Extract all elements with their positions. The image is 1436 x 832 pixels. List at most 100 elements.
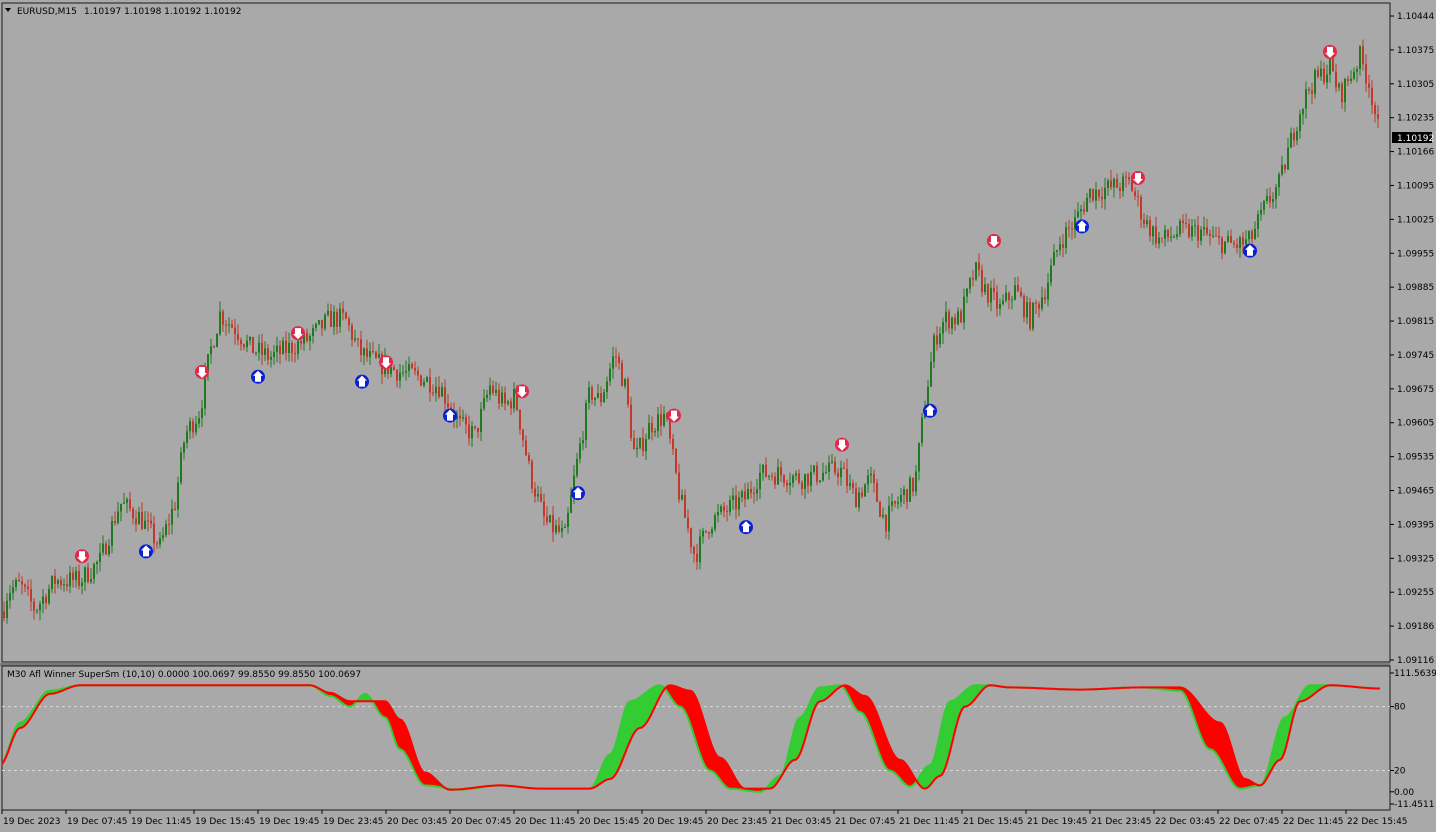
candle-body bbox=[1263, 201, 1265, 210]
candle-body bbox=[369, 351, 371, 358]
candle-body bbox=[975, 262, 977, 280]
candle-body bbox=[1125, 176, 1127, 178]
candle-body bbox=[258, 342, 260, 353]
candle-body bbox=[159, 538, 161, 545]
candle-body bbox=[684, 494, 686, 518]
candle-body bbox=[1107, 180, 1109, 188]
candle-body bbox=[219, 311, 221, 334]
candle-body bbox=[528, 455, 530, 462]
candle-body bbox=[1098, 189, 1100, 197]
candle-body bbox=[114, 520, 116, 524]
candle-body bbox=[129, 499, 131, 509]
candle-body bbox=[1080, 209, 1082, 212]
candle-body bbox=[198, 418, 200, 424]
candle-body bbox=[348, 318, 350, 326]
candle-body bbox=[780, 467, 782, 476]
candle-body bbox=[153, 523, 155, 544]
candle-body bbox=[6, 600, 8, 619]
candle-body bbox=[744, 491, 746, 500]
candle-body bbox=[1260, 209, 1262, 215]
candle-body bbox=[330, 310, 332, 327]
candle-body bbox=[969, 278, 971, 289]
candle-body bbox=[705, 530, 707, 533]
price-tick-label: 1.09745 bbox=[1397, 351, 1434, 361]
candle-body bbox=[264, 348, 266, 355]
candle-body bbox=[96, 561, 98, 565]
candle-body bbox=[183, 442, 185, 453]
candle-body bbox=[1323, 68, 1325, 83]
candle-body bbox=[702, 530, 704, 537]
candle-body bbox=[414, 368, 416, 371]
candle-body bbox=[1326, 74, 1328, 83]
candle-body bbox=[522, 429, 524, 441]
candle-body bbox=[636, 447, 638, 450]
candle-body bbox=[897, 501, 899, 504]
candle-body bbox=[1344, 78, 1346, 103]
candle-body bbox=[42, 596, 44, 604]
candle-body bbox=[1116, 178, 1118, 188]
time-tick-label: 22 Dec 15:45 bbox=[1347, 817, 1408, 827]
candle-body bbox=[819, 480, 821, 482]
candle-body bbox=[537, 494, 539, 497]
candle-body bbox=[648, 423, 650, 440]
candle-body bbox=[48, 589, 50, 604]
candle-body bbox=[1161, 237, 1163, 239]
candle-body bbox=[687, 517, 689, 529]
time-tick-label: 19 Dec 07:45 bbox=[67, 817, 128, 827]
price-tick-label: 1.09186 bbox=[1397, 622, 1434, 632]
candle-body bbox=[249, 336, 251, 341]
candle-body bbox=[300, 340, 302, 344]
candle-body bbox=[51, 575, 53, 590]
candle-body bbox=[1284, 165, 1286, 170]
candle-body bbox=[1254, 228, 1256, 239]
candle-body bbox=[1296, 131, 1298, 141]
candle-body bbox=[807, 474, 809, 486]
price-tick-label: 1.09116 bbox=[1397, 656, 1434, 666]
candle-body bbox=[546, 516, 548, 522]
candle-body bbox=[1212, 235, 1214, 237]
candle-body bbox=[552, 515, 554, 533]
candle-body bbox=[1320, 68, 1322, 77]
candle-body bbox=[1299, 114, 1301, 132]
candle-body bbox=[1341, 83, 1343, 103]
candle-body bbox=[606, 381, 608, 393]
candle-body bbox=[1164, 229, 1166, 239]
candle-body bbox=[234, 327, 236, 335]
candle-body bbox=[939, 333, 941, 345]
candle-body bbox=[813, 465, 815, 472]
candle-body bbox=[255, 352, 257, 354]
candle-body bbox=[1368, 83, 1370, 88]
trading-chart[interactable]: 1.10444 1.10375 1.10305 1.10235 1.10166 1.100… bbox=[0, 0, 1436, 832]
candle-body bbox=[213, 346, 215, 348]
candle-body bbox=[432, 392, 434, 394]
candle-body bbox=[279, 345, 281, 354]
candle-body bbox=[240, 339, 242, 345]
candle-body bbox=[783, 475, 785, 483]
price-tick-label: 1.10166 bbox=[1397, 148, 1434, 158]
candle-body bbox=[1035, 302, 1037, 304]
candle-body bbox=[873, 473, 875, 483]
candle-body bbox=[99, 552, 101, 562]
candle-body bbox=[798, 473, 800, 483]
candle-body bbox=[408, 364, 410, 371]
candle-body bbox=[93, 564, 95, 580]
candle-body bbox=[948, 311, 950, 329]
candle-body bbox=[372, 351, 374, 353]
candle-body bbox=[66, 584, 68, 587]
candle-body bbox=[1092, 188, 1094, 201]
candle-body bbox=[1311, 90, 1313, 94]
candle-body bbox=[657, 414, 659, 432]
candle-body bbox=[741, 491, 743, 498]
candle-body bbox=[753, 492, 755, 494]
candle-body bbox=[624, 379, 626, 387]
candle-body bbox=[189, 421, 191, 432]
price-tick-label: 1.09675 bbox=[1397, 385, 1434, 395]
candle-body bbox=[1023, 296, 1025, 318]
candle-body bbox=[1230, 236, 1232, 243]
candle-body bbox=[756, 489, 758, 494]
candle-body bbox=[894, 501, 896, 504]
candle-body bbox=[561, 527, 563, 532]
candle-body bbox=[750, 488, 752, 493]
candle-body bbox=[597, 392, 599, 398]
candle-body bbox=[90, 579, 92, 582]
